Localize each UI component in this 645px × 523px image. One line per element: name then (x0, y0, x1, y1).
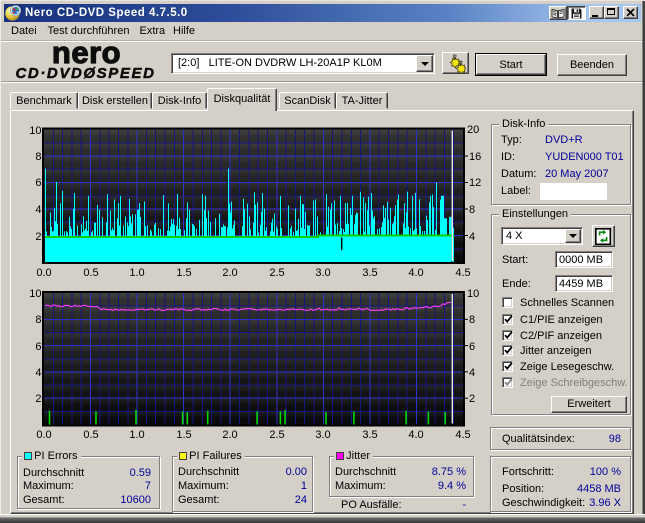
svg-text:8: 8 (35, 314, 41, 326)
svg-text:2: 2 (35, 393, 41, 405)
svg-text:4: 4 (469, 231, 475, 243)
svg-text:4: 4 (35, 204, 41, 216)
svg-text:20: 20 (467, 124, 479, 136)
svg-text:4: 4 (35, 367, 41, 379)
svg-text:2.0: 2.0 (222, 267, 237, 279)
svg-text:4: 4 (469, 367, 475, 379)
svg-text:3.0: 3.0 (315, 267, 330, 279)
svg-text:4.5: 4.5 (455, 267, 470, 279)
svg-text:10: 10 (29, 288, 41, 300)
svg-text:2.5: 2.5 (269, 267, 284, 279)
svg-text:0.5: 0.5 (83, 267, 98, 279)
svg-text:8: 8 (469, 314, 475, 326)
svg-text:0.0: 0.0 (36, 267, 51, 279)
svg-text:8: 8 (35, 151, 41, 163)
svg-text:6: 6 (469, 341, 475, 353)
svg-text:4.0: 4.0 (408, 267, 423, 279)
svg-text:6: 6 (35, 177, 41, 189)
svg-text:16: 16 (469, 151, 481, 163)
svg-text:2: 2 (35, 231, 41, 243)
svg-text:3.5: 3.5 (362, 267, 377, 279)
svg-text:10: 10 (29, 125, 41, 137)
svg-text:2: 2 (469, 393, 475, 405)
svg-text:1.0: 1.0 (129, 267, 144, 279)
svg-text:6: 6 (35, 341, 41, 353)
svg-text:12: 12 (469, 177, 481, 189)
svg-text:10: 10 (467, 288, 479, 300)
svg-text:8: 8 (469, 204, 475, 216)
svg-text:1.5: 1.5 (176, 267, 191, 279)
